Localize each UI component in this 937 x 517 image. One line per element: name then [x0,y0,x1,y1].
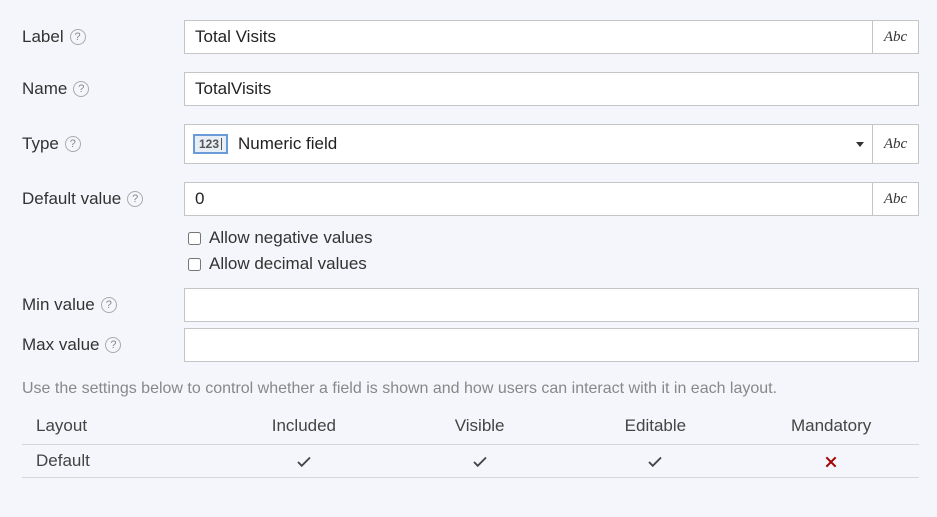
help-icon[interactable]: ? [73,81,89,97]
mandatory-toggle[interactable] [743,451,919,471]
name-input[interactable] [184,72,919,106]
help-icon[interactable]: ? [101,297,117,313]
col-header-visible: Visible [392,416,568,436]
help-icon[interactable]: ? [65,136,81,152]
field-max-label: Max value [22,335,99,355]
layout-table-row: Default [22,445,919,478]
allow-negative-checkbox[interactable] [188,232,201,245]
abc-button-default[interactable]: Abc [873,182,919,216]
field-min-label: Min value [22,295,95,315]
editable-toggle[interactable] [568,451,744,471]
chevron-down-icon [856,142,864,147]
included-toggle[interactable] [216,451,392,471]
col-header-layout: Layout [36,416,216,436]
label-input[interactable] [184,20,873,54]
allow-decimal-label: Allow decimal values [209,254,367,274]
layout-row-name: Default [36,451,216,471]
numeric-field-icon: 123 [193,134,228,154]
default-value-input[interactable] [184,182,873,216]
layout-table-header: Layout Included Visible Editable Mandato… [22,408,919,445]
col-header-editable: Editable [568,416,744,436]
layout-hint-text: Use the settings below to control whethe… [22,380,919,398]
x-icon [823,454,839,470]
type-select[interactable]: 123 Numeric field [184,124,873,164]
allow-negative-label: Allow negative values [209,228,372,248]
check-icon [646,453,664,471]
field-label-label: Label [22,27,64,47]
col-header-included: Included [216,416,392,436]
layout-table: Layout Included Visible Editable Mandato… [22,408,919,478]
help-icon[interactable]: ? [105,337,121,353]
min-value-input[interactable] [184,288,919,322]
help-icon[interactable]: ? [70,29,86,45]
help-icon[interactable]: ? [127,191,143,207]
field-default-label: Default value [22,189,121,209]
field-type-label: Type [22,134,59,154]
field-name-label: Name [22,79,67,99]
col-header-mandatory: Mandatory [743,416,919,436]
abc-button-label[interactable]: Abc [873,20,919,54]
visible-toggle[interactable] [392,451,568,471]
max-value-input[interactable] [184,328,919,362]
type-select-value: Numeric field [238,134,337,154]
abc-button-type[interactable]: Abc [873,124,919,164]
check-icon [471,453,489,471]
allow-decimal-checkbox[interactable] [188,258,201,271]
check-icon [295,453,313,471]
